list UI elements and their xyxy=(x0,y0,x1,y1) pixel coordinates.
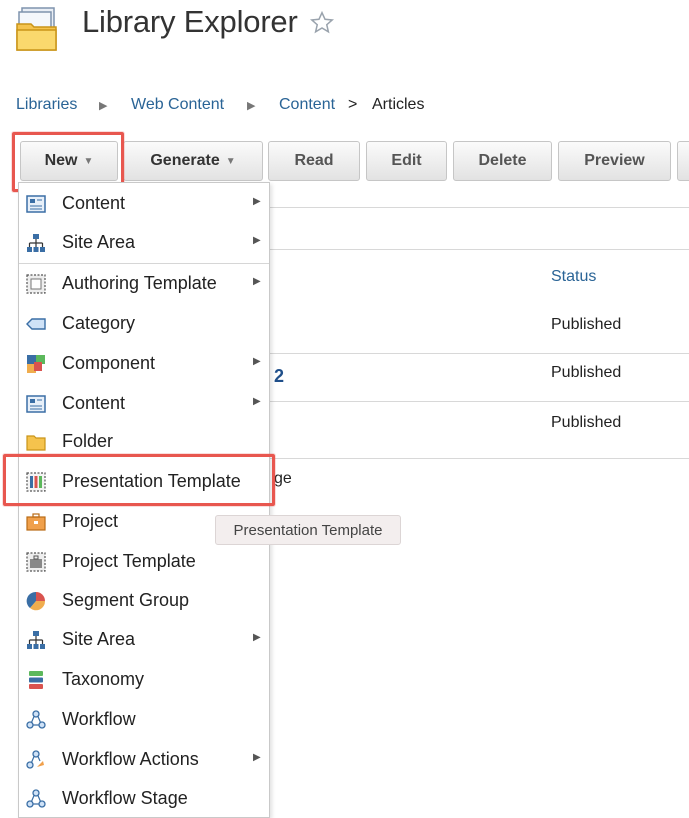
menu-item-workflow-actions[interactable]: Workflow Actions ▶ xyxy=(19,740,269,778)
menu-item-label: Project Template xyxy=(62,551,196,571)
menu-item-label: Content xyxy=(62,393,126,413)
divider xyxy=(270,458,689,459)
breadcrumb-separator-icon: ▶ xyxy=(99,100,108,112)
breadcrumb-web-content[interactable]: Web Content xyxy=(131,96,224,114)
chevron-right-icon: ▶ xyxy=(253,356,261,367)
menu-item-content-2[interactable]: Content ▶ xyxy=(19,384,269,422)
menu-item-project-template[interactable]: Project Template xyxy=(19,542,269,580)
menu-item-taxonomy[interactable]: Taxonomy xyxy=(19,660,269,698)
library-folder-icon xyxy=(16,7,57,51)
menu-item-label: Workflow Stage xyxy=(62,788,188,808)
edit-button[interactable]: Edit xyxy=(366,141,447,181)
site-area-icon xyxy=(27,631,45,649)
breadcrumb-separator: > xyxy=(348,96,358,113)
status-cell: Published xyxy=(551,364,622,381)
new-button[interactable]: New ▼ xyxy=(20,141,118,181)
menu-item-label: Content xyxy=(62,193,126,213)
workflow-actions-icon xyxy=(26,750,44,769)
menu-item-label: Presentation Template xyxy=(62,471,241,491)
menu-item-label: Component xyxy=(62,353,156,373)
chevron-right-icon: ▶ xyxy=(253,196,261,207)
more-button[interactable] xyxy=(677,141,689,181)
new-button-label: New xyxy=(44,152,78,169)
menu-item-label: Authoring Template xyxy=(62,273,217,293)
presentation-template-icon xyxy=(26,472,46,492)
row-title-fragment[interactable]: 2 xyxy=(274,366,284,387)
segment-group-icon xyxy=(26,591,46,611)
divider xyxy=(270,207,689,208)
tooltip: Presentation Template xyxy=(215,515,401,545)
menu-item-folder[interactable]: Folder xyxy=(19,422,269,460)
project-template-icon xyxy=(26,552,46,572)
workflow-icon xyxy=(26,710,46,729)
menu-item-segment-group[interactable]: Segment Group xyxy=(19,581,269,619)
menu-item-component[interactable]: Component ▶ xyxy=(19,344,269,382)
column-header-status[interactable]: Status xyxy=(551,268,596,286)
site-area-icon xyxy=(27,234,45,252)
chevron-right-icon: ▶ xyxy=(253,752,261,763)
chevron-right-icon: ▶ xyxy=(253,276,261,287)
breadcrumb-content[interactable]: Content xyxy=(279,96,335,114)
read-button[interactable]: Read xyxy=(268,141,360,181)
chevron-right-icon: ▶ xyxy=(253,632,261,643)
new-dropdown-menu: Content ▶ Site Area ▶ Authoring Template… xyxy=(18,182,270,818)
menu-item-label: Taxonomy xyxy=(62,669,145,689)
status-cell: Published xyxy=(551,316,622,333)
menu-item-label: Folder xyxy=(62,431,114,451)
menu-item-site-area[interactable]: Site Area ▶ xyxy=(19,223,269,261)
breadcrumb-libraries[interactable]: Libraries xyxy=(16,96,77,114)
folder-icon xyxy=(26,435,46,451)
status-cell: Published xyxy=(551,414,622,431)
chevron-right-icon: ▶ xyxy=(253,235,261,246)
menu-item-workflow-stage[interactable]: Workflow Stage xyxy=(19,779,269,817)
divider xyxy=(270,249,689,250)
menu-item-category[interactable]: Category xyxy=(19,304,269,342)
content-icon xyxy=(26,395,46,413)
menu-item-label: Site Area xyxy=(62,629,136,649)
divider xyxy=(270,353,689,354)
divider xyxy=(270,401,689,402)
component-icon xyxy=(27,355,45,373)
breadcrumb-separator-icon: ▶ xyxy=(247,100,256,112)
preview-button[interactable]: Preview xyxy=(558,141,671,181)
menu-item-label: Workflow Actions xyxy=(62,749,199,769)
project-icon xyxy=(26,513,46,531)
row-text-fragment: ge xyxy=(274,470,292,487)
star-outline-icon[interactable] xyxy=(309,10,335,36)
delete-button[interactable]: Delete xyxy=(453,141,552,181)
menu-item-label: Site Area xyxy=(62,232,136,252)
generate-button[interactable]: Generate ▼ xyxy=(123,141,263,181)
chevron-down-icon: ▼ xyxy=(83,155,94,167)
generate-button-label: Generate xyxy=(150,152,220,169)
menu-item-label: Category xyxy=(62,313,136,333)
taxonomy-icon xyxy=(29,671,43,689)
toolbar: New ▼ Generate ▼ Read Edit Delete Preview xyxy=(0,141,689,183)
menu-item-authoring-template[interactable]: Authoring Template ▶ xyxy=(19,264,269,302)
chevron-down-icon: ▼ xyxy=(225,155,236,167)
chevron-right-icon: ▶ xyxy=(253,396,261,407)
authoring-template-icon xyxy=(26,274,46,294)
content-icon xyxy=(26,195,46,213)
menu-item-label: Workflow xyxy=(62,709,136,729)
menu-item-label: Project xyxy=(62,511,119,531)
menu-item-workflow[interactable]: Workflow xyxy=(19,700,269,738)
menu-item-content[interactable]: Content ▶ xyxy=(19,184,269,222)
menu-item-label: Segment Group xyxy=(62,590,190,610)
workflow-stage-icon xyxy=(26,789,46,808)
menu-item-site-area-2[interactable]: Site Area ▶ xyxy=(19,620,269,658)
menu-item-presentation-template[interactable]: Presentation Template xyxy=(19,462,269,500)
category-tag-icon xyxy=(26,318,46,330)
page-header: Library Explorer xyxy=(0,0,689,60)
page-title: Library Explorer xyxy=(82,4,298,39)
breadcrumb-articles: Articles xyxy=(372,96,425,113)
